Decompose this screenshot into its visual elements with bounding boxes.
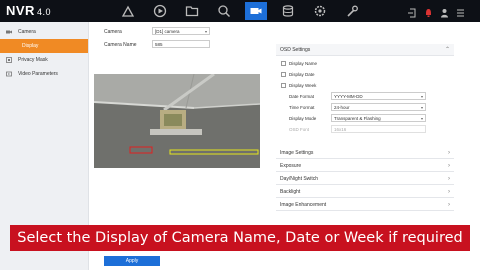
display-mode-value: Transparent & Flashing [334,115,381,121]
apply-button[interactable]: Apply [104,256,160,266]
camera-icon [6,29,12,35]
preview-scene [94,74,260,168]
chevron-right-icon: › [448,162,450,169]
display-name-label: Display Name [289,61,318,66]
time-format-label: Time Format [289,105,315,110]
live-view-icon[interactable] [120,3,136,19]
osd-settings-header[interactable]: OSD Settings ⌃ [276,44,454,56]
chevron-right-icon: › [448,188,450,195]
camera-select-value: [D1] camera [155,28,180,34]
settings-icon[interactable] [312,3,328,19]
caption-banner: Select the Display of Camera Name, Date … [10,225,470,251]
osd-font-label: OSD Font [289,127,310,132]
menu-icon[interactable] [456,5,465,17]
chevron-down-icon: ▾ [204,29,207,34]
camera-select[interactable]: [D1] camera ▾ [152,27,210,35]
chevron-right-icon: › [448,149,450,156]
chevron-right-icon: › [448,175,450,182]
top-nav-bar: NVR 4.0 [0,0,480,22]
display-week-label: Display Week [289,83,317,88]
chevron-down-icon: ▾ [420,94,423,99]
display-mode-select[interactable]: Transparent & Flashing ▾ [331,114,426,122]
logout-icon[interactable] [408,5,417,18]
privacy-icon [6,57,12,63]
video-icon [6,71,12,77]
osd-font-select[interactable]: 16x16 [331,125,426,133]
osd-font-value: 16x16 [334,126,347,132]
image-enhancement-section[interactable]: Image Enhancement › [276,199,454,211]
camera-name-input[interactable]: 585 [152,40,210,48]
chevron-down-icon: ▾ [420,105,423,110]
alarm-icon[interactable] [424,5,433,17]
camera-preview[interactable] [94,74,260,168]
maintenance-icon[interactable] [344,3,360,19]
display-week-checkbox[interactable] [281,83,286,88]
app-logo: NVR 4.0 [6,3,51,18]
user-icon[interactable] [440,5,449,18]
osd-settings-title: OSD Settings [280,46,311,53]
section-label: Day/Night Switch [280,175,319,182]
sidebar-item-label: Camera [18,29,36,35]
section-label: Image Enhancement [280,201,327,208]
camera-label: Camera [104,29,122,35]
sidebar-item-video-parameters[interactable]: Video Parameters [0,67,88,81]
chevron-up-icon: ⌃ [444,47,450,53]
camera-name-value: 585 [155,41,163,47]
exposure-section[interactable]: Exposure › [276,160,454,172]
display-name-checkbox[interactable] [281,61,286,66]
display-mode-label: Display Mode [289,116,317,121]
date-format-value: YYYY-MM-DD [334,93,363,99]
playback-icon[interactable] [152,3,168,19]
display-date-checkbox[interactable] [281,72,286,77]
image-settings-section[interactable]: Image Settings › [276,147,454,159]
chevron-right-icon: › [448,201,450,208]
sidebar-item-display[interactable]: Display [0,39,88,53]
sidebar-item-label: Display [22,43,39,49]
sidebar-item-privacy-mask[interactable]: Privacy Mask [0,53,88,67]
settings-panel: OSD Settings ⌃ Display Name Display Date… [276,44,454,219]
time-format-value: 24-hour [334,104,350,110]
date-format-label: Date Format [289,94,315,99]
day-night-switch-section[interactable]: Day/Night Switch › [276,173,454,185]
camera-icon[interactable] [245,2,267,20]
section-label: Image Settings [280,149,314,156]
camera-name-label: Camera Name [104,42,137,48]
section-label: Backlight [280,188,301,195]
display-date-label: Display Date [289,72,315,77]
date-format-select[interactable]: YYYY-MM-DD ▾ [331,92,426,100]
file-icon[interactable] [184,3,200,19]
chevron-down-icon: ▾ [420,116,423,121]
time-format-select[interactable]: 24-hour ▾ [331,103,426,111]
section-label: Exposure [280,162,302,169]
sidebar-item-camera[interactable]: Camera [0,25,88,39]
sidebar-item-label: Video Parameters [18,71,58,77]
search-icon[interactable] [216,3,232,19]
storage-icon[interactable] [280,3,296,19]
backlight-section[interactable]: Backlight › [276,186,454,198]
sidebar-item-label: Privacy Mask [18,57,48,63]
